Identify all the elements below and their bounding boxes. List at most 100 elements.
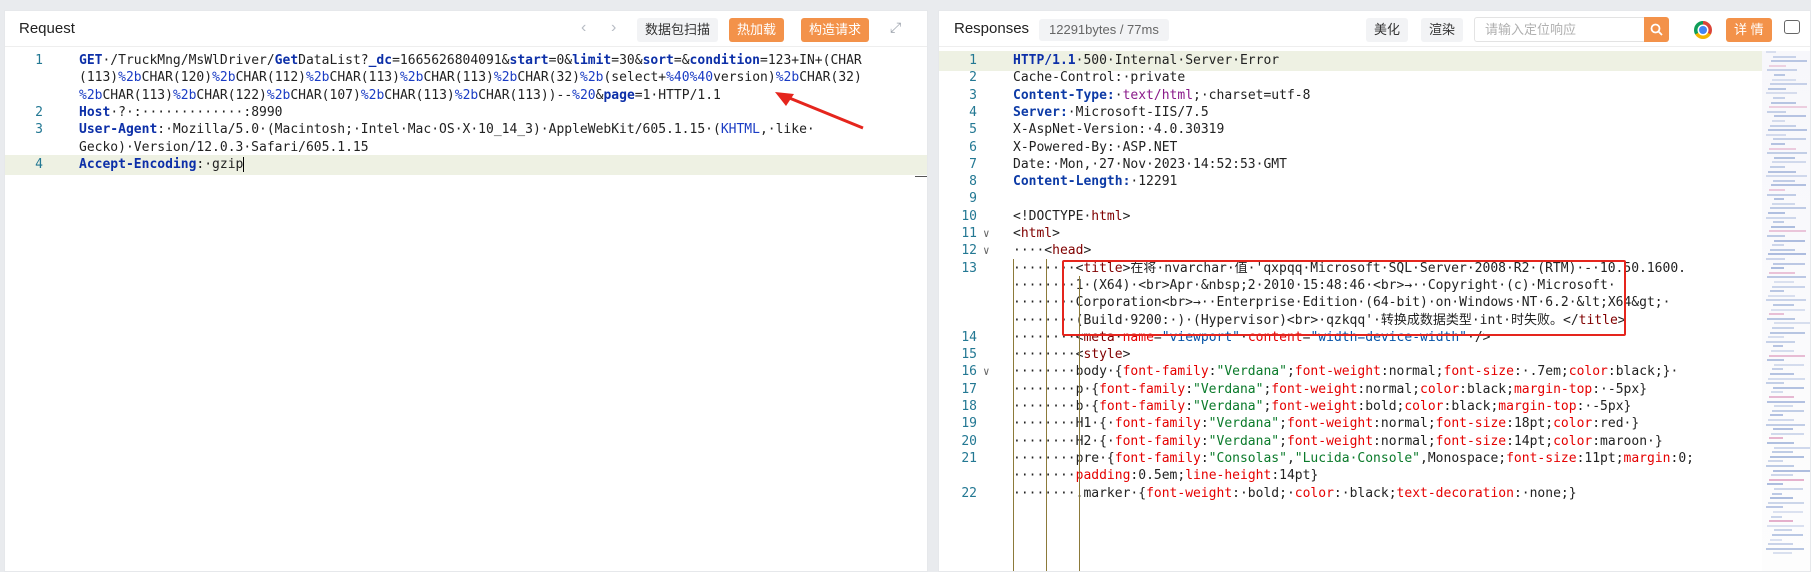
- minimap-line: [1770, 83, 1807, 86]
- code-token: :normal;: [1373, 416, 1436, 432]
- minimap-line: [1774, 74, 1785, 76]
- code-token: :normal;: [1357, 381, 1421, 397]
- code-text: ········.marker·{font-weight:·bold;·colo…: [1013, 484, 1577, 504]
- minimap-line: [1770, 538, 1782, 541]
- code-token: :·bold;·: [1232, 485, 1295, 501]
- minimap-line: [1768, 294, 1795, 297]
- code-token: font-family: [1099, 381, 1186, 397]
- minimap-line: [1769, 313, 1784, 316]
- code-token: :black;: [1443, 399, 1499, 414]
- code-line: 22 ········.marker·{font-weight:·bold;·co…: [939, 484, 1810, 504]
- code-token: Server:: [1013, 104, 1068, 120]
- minimap-line: [1773, 345, 1783, 348]
- code-token: color: [1294, 485, 1334, 501]
- minimap-line: [1771, 101, 1796, 104]
- code-token: <: [1013, 226, 1021, 241]
- minimap-line: [1773, 221, 1784, 224]
- render-button[interactable]: 渲染: [1421, 18, 1464, 42]
- code-token: ;: [1279, 416, 1287, 432]
- chrome-icon[interactable]: [1694, 21, 1712, 39]
- beautify-button[interactable]: 美化: [1366, 18, 1409, 42]
- code-token: font-size: [1435, 416, 1507, 432]
- code-token: :14pt}: [1271, 468, 1319, 484]
- message-icon[interactable]: [1784, 20, 1800, 34]
- minimap-line: [1766, 506, 1783, 509]
- code-token: ;: [1279, 433, 1287, 449]
- code-token: :: [1200, 433, 1209, 449]
- code-token: ·Microsoft-IIS/7.5: [1067, 104, 1209, 120]
- minimap-line: [1770, 331, 1805, 334]
- response-title: Responses: [954, 20, 1030, 37]
- minimap-line: [1771, 184, 1806, 187]
- code-token: margin-top: [1513, 381, 1593, 397]
- minimap-line: [1767, 110, 1786, 113]
- minimap[interactable]: [1762, 51, 1810, 571]
- code-token: :·-5px}: [1592, 381, 1648, 397]
- minimap-line: [1771, 432, 1804, 435]
- code-token: font-family: [1122, 364, 1209, 380]
- code-token: text-decoration: [1396, 485, 1514, 501]
- minimap-line: [1770, 414, 1783, 417]
- minimap-line: [1774, 198, 1784, 201]
- code-token: font-weight: [1294, 364, 1381, 380]
- minimap-line: [1772, 534, 1803, 536]
- minimap-line: [1768, 460, 1783, 463]
- minimap-line: [1772, 202, 1795, 205]
- fold-arrow-icon[interactable]: ∨: [983, 365, 990, 378]
- indent-guide: [1046, 258, 1047, 571]
- code-token: :0;: [1670, 450, 1694, 466]
- minimap-line: [1767, 276, 1806, 279]
- code-token: html: [1091, 208, 1123, 224]
- search-icon[interactable]: [1644, 17, 1669, 42]
- minimap-line: [1766, 340, 1795, 343]
- minimap-line: [1766, 423, 1805, 426]
- minimap-line: [1769, 147, 1796, 150]
- code-token: ,Monospace;: [1420, 450, 1507, 466]
- minimap-line: [1769, 520, 1793, 523]
- minimap-line: [1772, 78, 1796, 81]
- code-token: Content-Length:: [1013, 174, 1131, 190]
- code-token: padding: [1075, 468, 1131, 484]
- code-token: :: [1185, 399, 1194, 414]
- code-token: font-weight: [1146, 485, 1233, 501]
- minimap-line: [1769, 396, 1794, 398]
- code-token: "Verdana": [1208, 416, 1280, 432]
- details-button[interactable]: 详 情: [1726, 18, 1772, 42]
- minimap-line: [1770, 166, 1785, 168]
- minimap-line: [1767, 359, 1784, 362]
- minimap-line: [1774, 239, 1805, 242]
- code-token: :: [1208, 364, 1217, 380]
- minimap-line: [1773, 55, 1796, 58]
- minimap-line: [1770, 207, 1806, 210]
- code-token: :0.5em;: [1130, 468, 1186, 484]
- fold-arrow-icon[interactable]: ∨: [983, 227, 990, 240]
- code-token: color: [1404, 399, 1444, 414]
- minimap-line: [1773, 469, 1810, 472]
- minimap-line: [1774, 322, 1810, 325]
- code-token: >: [1052, 226, 1060, 241]
- locate-search-input[interactable]: [1474, 17, 1646, 42]
- arrow-line: [781, 93, 864, 130]
- minimap-line: [1771, 515, 1782, 518]
- code-token: ········b·{: [1013, 399, 1100, 414]
- fold-arrow-icon[interactable]: ∨: [983, 244, 990, 257]
- minimap-line: [1774, 281, 1794, 283]
- minimap-line: [1768, 170, 1796, 173]
- minimap-line: [1771, 225, 1795, 228]
- minimap-line: [1768, 377, 1805, 380]
- minimap-line: [1771, 308, 1805, 311]
- code-token: font-family: [1114, 450, 1201, 466]
- code-token: >: [1122, 347, 1131, 363]
- minimap-line: [1766, 92, 1797, 95]
- code-token: <!DOCTYPE·: [1013, 208, 1092, 224]
- error-highlight-box: [1062, 260, 1626, 336]
- minimap-line: [1770, 497, 1793, 500]
- minimap-line: [1766, 465, 1794, 467]
- code-token: :: [1200, 450, 1209, 466]
- minimap-line: [1774, 446, 1810, 449]
- minimap-line: [1771, 143, 1785, 145]
- code-token: "Verdana": [1208, 433, 1280, 449]
- minimap-line: [1766, 299, 1806, 302]
- minimap-line: [1769, 478, 1804, 481]
- indent-guide: [1013, 258, 1014, 571]
